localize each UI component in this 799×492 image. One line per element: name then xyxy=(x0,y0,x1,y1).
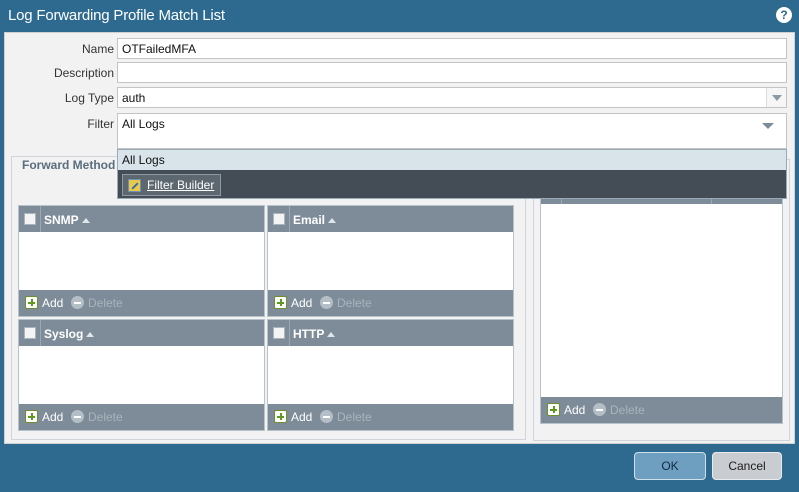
grid-header: Email xyxy=(268,206,513,232)
name-row: Name OTFailedMFA xyxy=(5,38,796,60)
sort-up-icon xyxy=(328,218,337,223)
select-all-checkbox[interactable] xyxy=(24,327,36,339)
filter-builder-link[interactable]: Filter Builder xyxy=(122,174,222,196)
sort-up-icon xyxy=(81,218,90,223)
sort-up-icon xyxy=(327,332,336,337)
name-field[interactable]: OTFailedMFA xyxy=(117,38,787,59)
minus-icon xyxy=(320,410,333,423)
sort-up-icon xyxy=(86,332,95,337)
column-header-http[interactable]: HTTP xyxy=(293,327,336,341)
description-row: Description xyxy=(5,62,796,84)
column-header-email[interactable]: Email xyxy=(293,213,337,227)
dialog-title: Log Forwarding Profile Match List xyxy=(8,7,225,24)
grid-header: SNMP xyxy=(19,206,264,232)
add-button[interactable]: Add xyxy=(25,410,63,424)
grid-toolbar: Add Delete xyxy=(541,397,782,423)
minus-icon xyxy=(593,403,606,416)
delete-button: Delete xyxy=(71,410,123,424)
filter-dropdown: All Logs Filter Builder xyxy=(117,149,787,199)
column-divider xyxy=(40,320,41,346)
column-divider xyxy=(40,206,41,232)
grid-header: Syslog xyxy=(19,320,264,346)
dialog-body: Name OTFailedMFA Description Log Type au… xyxy=(4,32,795,444)
column-divider xyxy=(289,320,290,346)
add-button[interactable]: Add xyxy=(274,410,312,424)
add-button[interactable]: Add xyxy=(274,296,312,310)
log-type-row: Log Type auth xyxy=(5,87,796,109)
grid-header: HTTP xyxy=(268,320,513,346)
column-header-syslog[interactable]: Syslog xyxy=(44,327,95,341)
right-panel: Add Delete xyxy=(533,159,790,441)
plus-icon xyxy=(25,296,38,309)
description-field[interactable] xyxy=(117,62,787,83)
syslog-grid: Syslog Add Delete xyxy=(18,319,265,431)
filter-label: Filter xyxy=(87,117,114,131)
minus-icon xyxy=(71,410,84,423)
forward-method-title: Forward Method xyxy=(19,158,119,172)
column-divider xyxy=(289,206,290,232)
plus-icon xyxy=(25,410,38,423)
column-header-snmp[interactable]: SNMP xyxy=(44,213,90,227)
plus-icon xyxy=(274,410,287,423)
email-grid: Email Add Delete xyxy=(267,205,514,317)
right-grid: Add Delete xyxy=(540,191,783,424)
select-all-checkbox[interactable] xyxy=(273,213,285,225)
delete-button: Delete xyxy=(320,296,372,310)
dialog-titlebar: Log Forwarding Profile Match List ? xyxy=(0,0,799,32)
grid-toolbar: Add Delete xyxy=(19,290,264,316)
add-button[interactable]: Add xyxy=(25,296,63,310)
select-all-checkbox[interactable] xyxy=(273,327,285,339)
pencil-icon xyxy=(128,179,141,192)
log-type-value: auth xyxy=(122,91,146,105)
cancel-button[interactable]: Cancel xyxy=(712,452,782,480)
grid-toolbar: Add Delete xyxy=(268,404,513,430)
help-icon[interactable]: ? xyxy=(776,7,792,23)
plus-icon xyxy=(274,296,287,309)
log-type-select[interactable]: auth xyxy=(117,87,787,108)
chevron-down-icon[interactable] xyxy=(762,123,774,129)
filter-row: Filter All Logs xyxy=(5,113,796,149)
minus-icon xyxy=(71,296,84,309)
snmp-grid: SNMP Add Delete xyxy=(18,205,265,317)
filter-value: All Logs xyxy=(122,117,165,131)
chevron-down-icon[interactable] xyxy=(766,88,786,107)
grid-toolbar: Add Delete xyxy=(19,404,264,430)
plus-icon xyxy=(547,403,560,416)
delete-button: Delete xyxy=(593,403,645,417)
http-grid: HTTP Add Delete xyxy=(267,319,514,431)
select-all-checkbox[interactable] xyxy=(24,213,36,225)
grid-toolbar: Add Delete xyxy=(268,290,513,316)
name-label: Name xyxy=(81,42,114,56)
filter-input[interactable]: All Logs xyxy=(117,113,787,149)
description-label: Description xyxy=(53,66,114,80)
log-type-label: Log Type xyxy=(64,91,114,105)
minus-icon xyxy=(320,296,333,309)
dropdown-option-all-logs[interactable]: All Logs xyxy=(118,150,786,170)
add-button[interactable]: Add xyxy=(547,403,585,417)
delete-button: Delete xyxy=(71,296,123,310)
ok-button[interactable]: OK xyxy=(634,452,706,480)
delete-button: Delete xyxy=(320,410,372,424)
